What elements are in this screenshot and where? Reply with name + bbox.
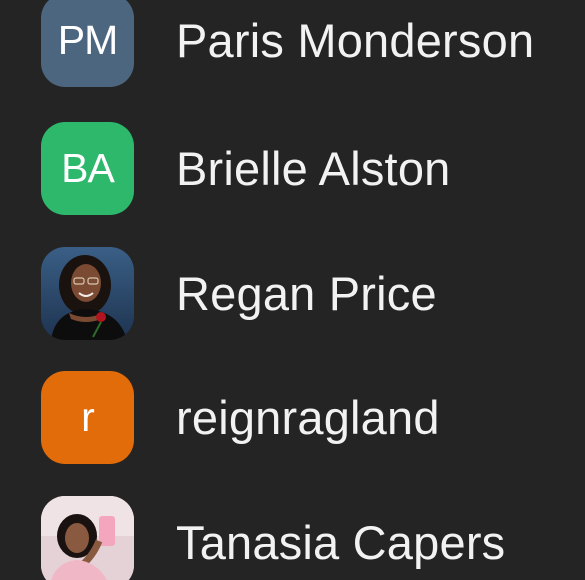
contact-row-reignragland[interactable]: r reignragland (0, 355, 585, 480)
contact-name: Tanasia Capers (176, 516, 506, 569)
contact-name: Regan Price (176, 267, 437, 320)
profile-photo-icon (41, 247, 134, 340)
contact-row-regan-price[interactable]: Regan Price (0, 231, 585, 356)
contact-row-paris-monderson[interactable]: PM Paris Monderson (0, 0, 585, 103)
profile-photo-icon (41, 496, 134, 580)
contact-name: reignragland (176, 391, 440, 444)
avatar: BA (41, 122, 134, 215)
avatar: r (41, 371, 134, 464)
contact-row-brielle-alston[interactable]: BA Brielle Alston (0, 106, 585, 231)
contact-list: PM Paris Monderson BA Brielle Alston Reg… (0, 0, 585, 580)
avatar: PM (41, 0, 134, 87)
contact-name: Paris Monderson (176, 14, 535, 67)
contact-name: Brielle Alston (176, 142, 451, 195)
contact-row-tanasia-capers[interactable]: Tanasia Capers (0, 480, 585, 580)
